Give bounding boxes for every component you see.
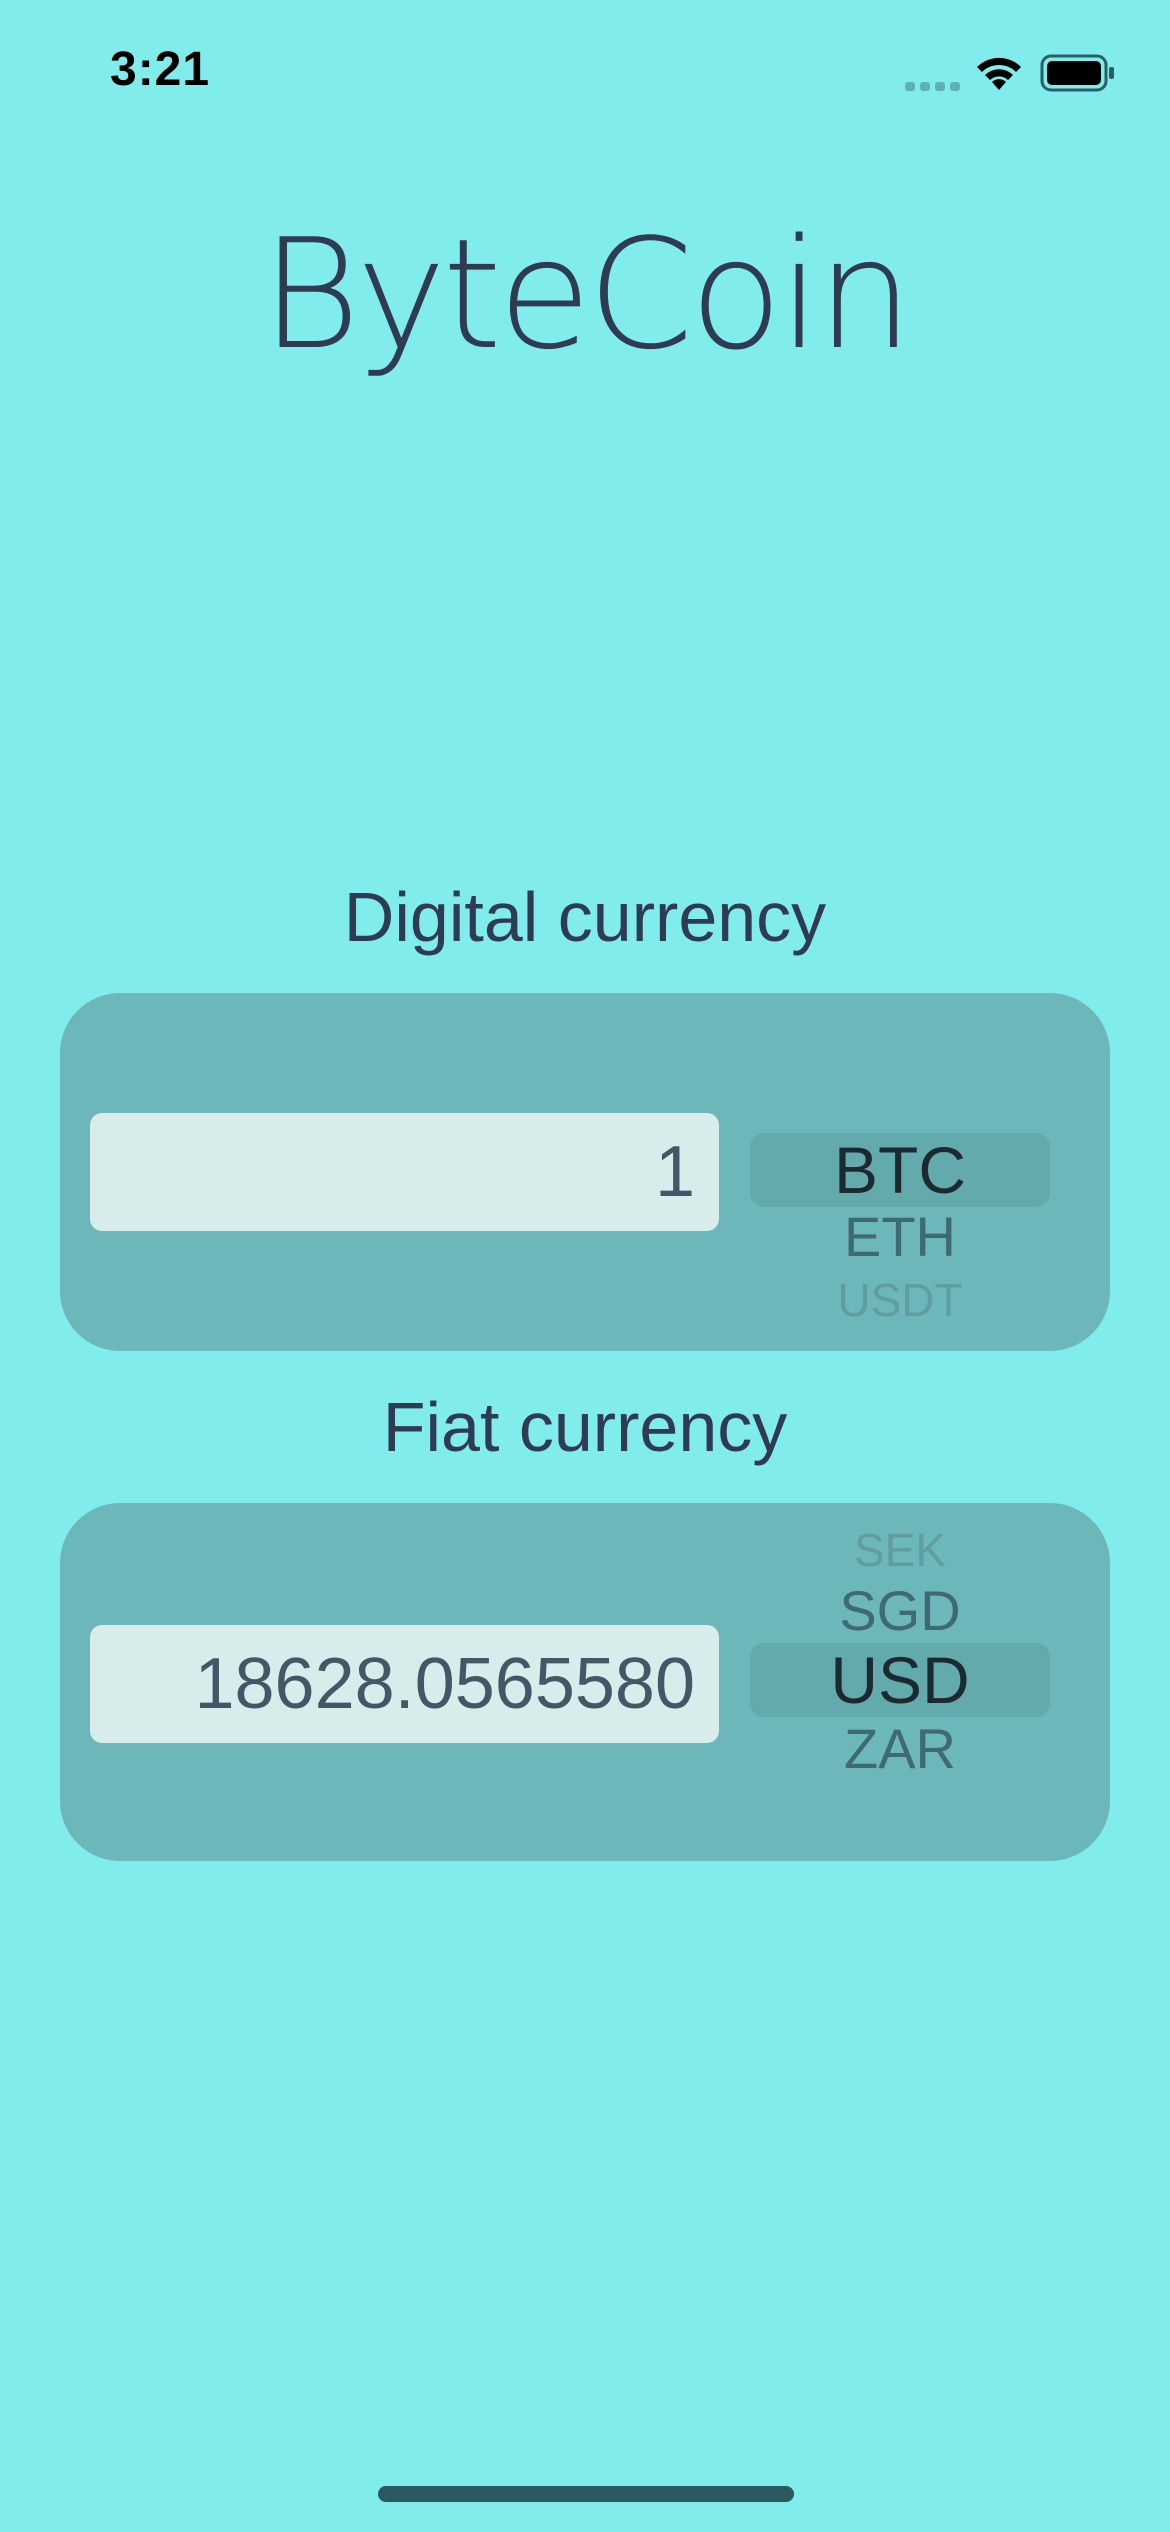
fiat-amount-field[interactable]: 18628.0565580 (90, 1625, 719, 1743)
picker-row[interactable]: ETH (750, 1207, 1050, 1267)
status-bar: 3:21 (0, 0, 1170, 150)
picker-row-selected[interactable]: BTC (750, 1133, 1050, 1207)
battery-icon (1040, 54, 1114, 92)
picker-row[interactable]: ZAR (750, 1719, 1050, 1779)
digital-currency-label: Digital currency (343, 878, 827, 956)
digital-amount-field[interactable]: 1 (90, 1113, 719, 1231)
cellular-signal-icon (905, 82, 960, 91)
home-indicator[interactable] (378, 2486, 794, 2502)
wifi-icon (977, 57, 1021, 90)
digital-currency-panel: 1 BTC ETH USDT (60, 993, 1110, 1351)
fiat-currency-panel: 18628.0565580 SEK SGD USD ZAR (60, 1503, 1110, 1861)
picker-row[interactable]: USDT (750, 1275, 1050, 1325)
status-time: 3:21 (110, 43, 211, 96)
fiat-currency-label: Fiat currency (382, 1388, 788, 1466)
picker-row[interactable]: SEK (750, 1525, 1050, 1575)
app-title: ByteCoin (260, 206, 913, 383)
fiat-currency-picker[interactable]: SEK SGD USD ZAR (750, 1503, 1050, 1861)
picker-row-selected[interactable]: USD (750, 1643, 1050, 1717)
picker-row[interactable]: SGD (750, 1581, 1050, 1641)
digital-currency-picker[interactable]: BTC ETH USDT (750, 993, 1050, 1351)
